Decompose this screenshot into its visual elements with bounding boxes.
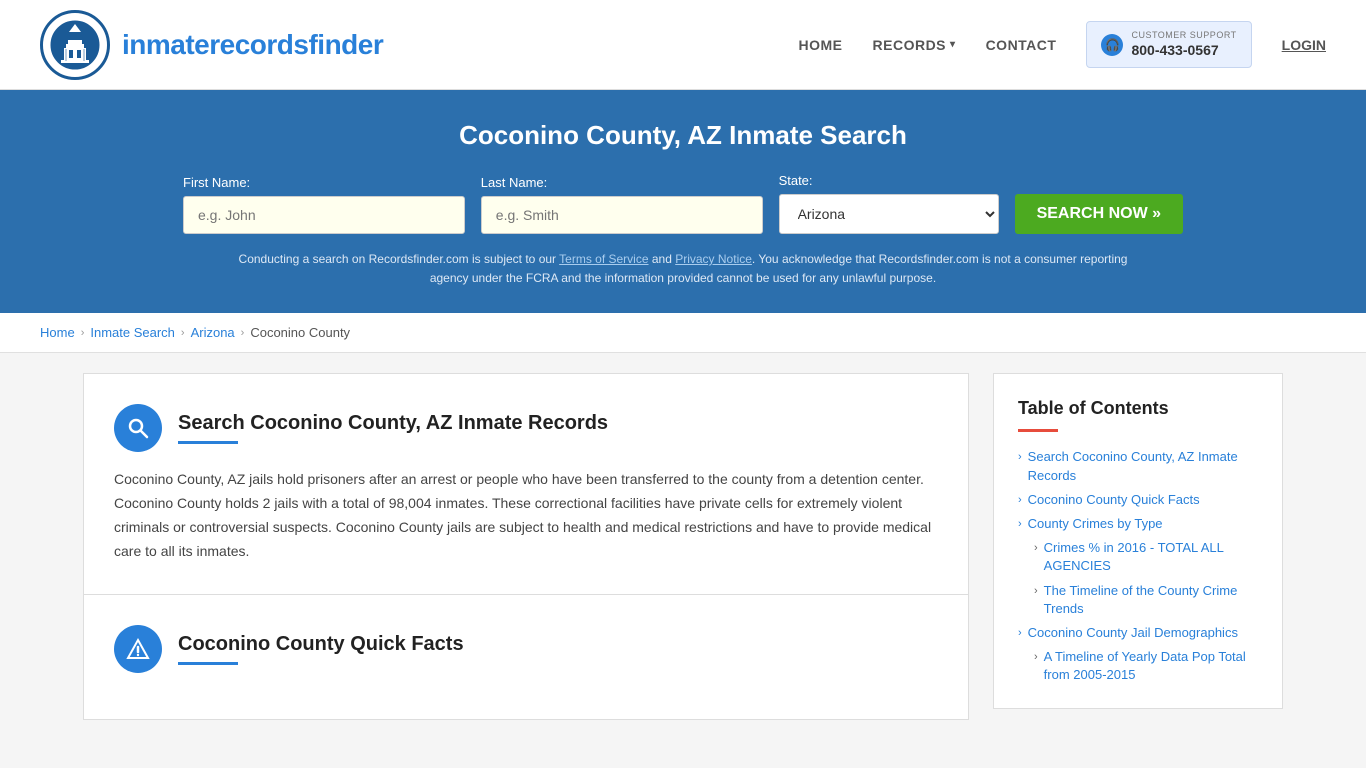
toc-arrow-icon: › [1018, 518, 1022, 530]
breadcrumb: Home › Inmate Search › Arizona › Coconin… [0, 313, 1366, 353]
privacy-link[interactable]: Privacy Notice [675, 252, 752, 266]
alert-icon [126, 637, 150, 661]
logo-area: inmaterecordsfinder [40, 10, 383, 80]
search-form: First Name: Last Name: State: Arizona Al… [183, 173, 1183, 234]
toc-item-search: › Search Coconino County, AZ Inmate Reco… [1018, 448, 1258, 484]
breadcrumb-current: Coconino County [250, 325, 350, 340]
toc-link-timeline[interactable]: The Timeline of the County Crime Trends [1044, 582, 1258, 618]
site-header: inmaterecordsfinder HOME RECORDS ▾ CONTA… [0, 0, 1366, 90]
toc-link-search[interactable]: Search Coconino County, AZ Inmate Record… [1028, 448, 1258, 484]
title-underline [178, 441, 238, 444]
logo-text: inmaterecordsfinder [122, 29, 383, 61]
last-name-input[interactable] [481, 196, 763, 234]
breadcrumb-arizona[interactable]: Arizona [191, 325, 235, 340]
support-button[interactable]: 🎧 CUSTOMER SUPPORT 800-433-0567 [1086, 21, 1251, 69]
sidebar: Table of Contents › Search Coconino Coun… [993, 373, 1283, 719]
card-body-search: Coconino County, AZ jails hold prisoners… [114, 468, 938, 563]
nav-records[interactable]: RECORDS ▾ [873, 37, 956, 53]
toc-arrow-icon: › [1018, 627, 1022, 639]
toc-card: Table of Contents › Search Coconino Coun… [993, 373, 1283, 709]
support-label: CUSTOMER SUPPORT [1131, 30, 1236, 42]
info-icon-circle [114, 625, 162, 673]
logo-text-bold: finder [308, 29, 383, 60]
state-select[interactable]: Arizona Alabama Alaska California Colora… [779, 194, 999, 234]
support-phone: 800-433-0567 [1131, 41, 1236, 59]
first-name-label: First Name: [183, 175, 465, 190]
nav-contact[interactable]: CONTACT [986, 37, 1057, 53]
toc-divider [1018, 429, 1058, 432]
toc-item-timeline: › The Timeline of the County Crime Trend… [1018, 582, 1258, 618]
last-name-label: Last Name: [481, 175, 763, 190]
toc-item-crimes2016: › Crimes % in 2016 - TOTAL ALL AGENCIES [1018, 539, 1258, 575]
search-icon [126, 416, 150, 440]
breadcrumb-sep-3: › [241, 327, 245, 339]
toc-link-crimes2016[interactable]: Crimes % in 2016 - TOTAL ALL AGENCIES [1044, 539, 1258, 575]
search-now-button[interactable]: SEARCH NOW » [1015, 194, 1183, 234]
main-nav: HOME RECORDS ▾ CONTACT 🎧 CUSTOMER SUPPOR… [799, 21, 1326, 69]
card-title-search: Search Coconino County, AZ Inmate Record… [178, 412, 608, 435]
toc-item-yearlypop: › A Timeline of Yearly Data Pop Total fr… [1018, 648, 1258, 684]
toc-link-crimetypes[interactable]: County Crimes by Type [1028, 515, 1163, 533]
search-banner: Coconino County, AZ Inmate Search First … [0, 90, 1366, 313]
state-label: State: [779, 173, 999, 188]
state-group: State: Arizona Alabama Alaska California… [779, 173, 999, 234]
first-name-input[interactable] [183, 196, 465, 234]
search-icon-circle [114, 404, 162, 452]
nav-records-label: RECORDS [873, 37, 947, 53]
first-name-group: First Name: [183, 175, 465, 234]
breadcrumb-sep-1: › [81, 327, 85, 339]
card-header-search: Search Coconino County, AZ Inmate Record… [114, 404, 938, 452]
nav-home[interactable]: HOME [799, 37, 843, 53]
toc-link-quickfacts[interactable]: Coconino County Quick Facts [1028, 491, 1200, 509]
toc-item-demographics: › Coconino County Jail Demographics [1018, 624, 1258, 642]
toc-item-quickfacts: › Coconino County Quick Facts [1018, 491, 1258, 509]
headset-icon: 🎧 [1101, 34, 1123, 56]
toc-arrow-icon: › [1034, 542, 1038, 554]
quick-facts-card: Coconino County Quick Facts [83, 595, 969, 720]
disclaimer-text: Conducting a search on Recordsfinder.com… [233, 250, 1133, 288]
toc-arrow-icon: › [1018, 451, 1022, 463]
inmate-records-card: Search Coconino County, AZ Inmate Record… [83, 373, 969, 594]
toc-title: Table of Contents [1018, 398, 1258, 419]
last-name-group: Last Name: [481, 175, 763, 234]
card-header-facts: Coconino County Quick Facts [114, 625, 938, 673]
terms-link[interactable]: Terms of Service [559, 252, 648, 266]
breadcrumb-inmate-search[interactable]: Inmate Search [90, 325, 175, 340]
title-underline-facts [178, 662, 238, 665]
logo-icon [40, 10, 110, 80]
breadcrumb-home[interactable]: Home [40, 325, 75, 340]
logo-text-regular: inmaterecords [122, 29, 308, 60]
content-left: Search Coconino County, AZ Inmate Record… [83, 373, 969, 719]
card-title-facts: Coconino County Quick Facts [178, 633, 464, 656]
breadcrumb-sep-2: › [181, 327, 185, 339]
toc-arrow-icon: › [1018, 494, 1022, 506]
chevron-down-icon: ▾ [950, 39, 956, 50]
login-button[interactable]: LOGIN [1282, 37, 1326, 53]
main-content: Search Coconino County, AZ Inmate Record… [43, 373, 1323, 719]
search-banner-title: Coconino County, AZ Inmate Search [40, 120, 1326, 151]
toc-list: › Search Coconino County, AZ Inmate Reco… [1018, 448, 1258, 684]
toc-item-crimetypes: › County Crimes by Type [1018, 515, 1258, 533]
toc-link-demographics[interactable]: Coconino County Jail Demographics [1028, 624, 1238, 642]
toc-arrow-icon: › [1034, 651, 1038, 663]
toc-link-yearlypop[interactable]: A Timeline of Yearly Data Pop Total from… [1044, 648, 1258, 684]
toc-arrow-icon: › [1034, 585, 1038, 597]
